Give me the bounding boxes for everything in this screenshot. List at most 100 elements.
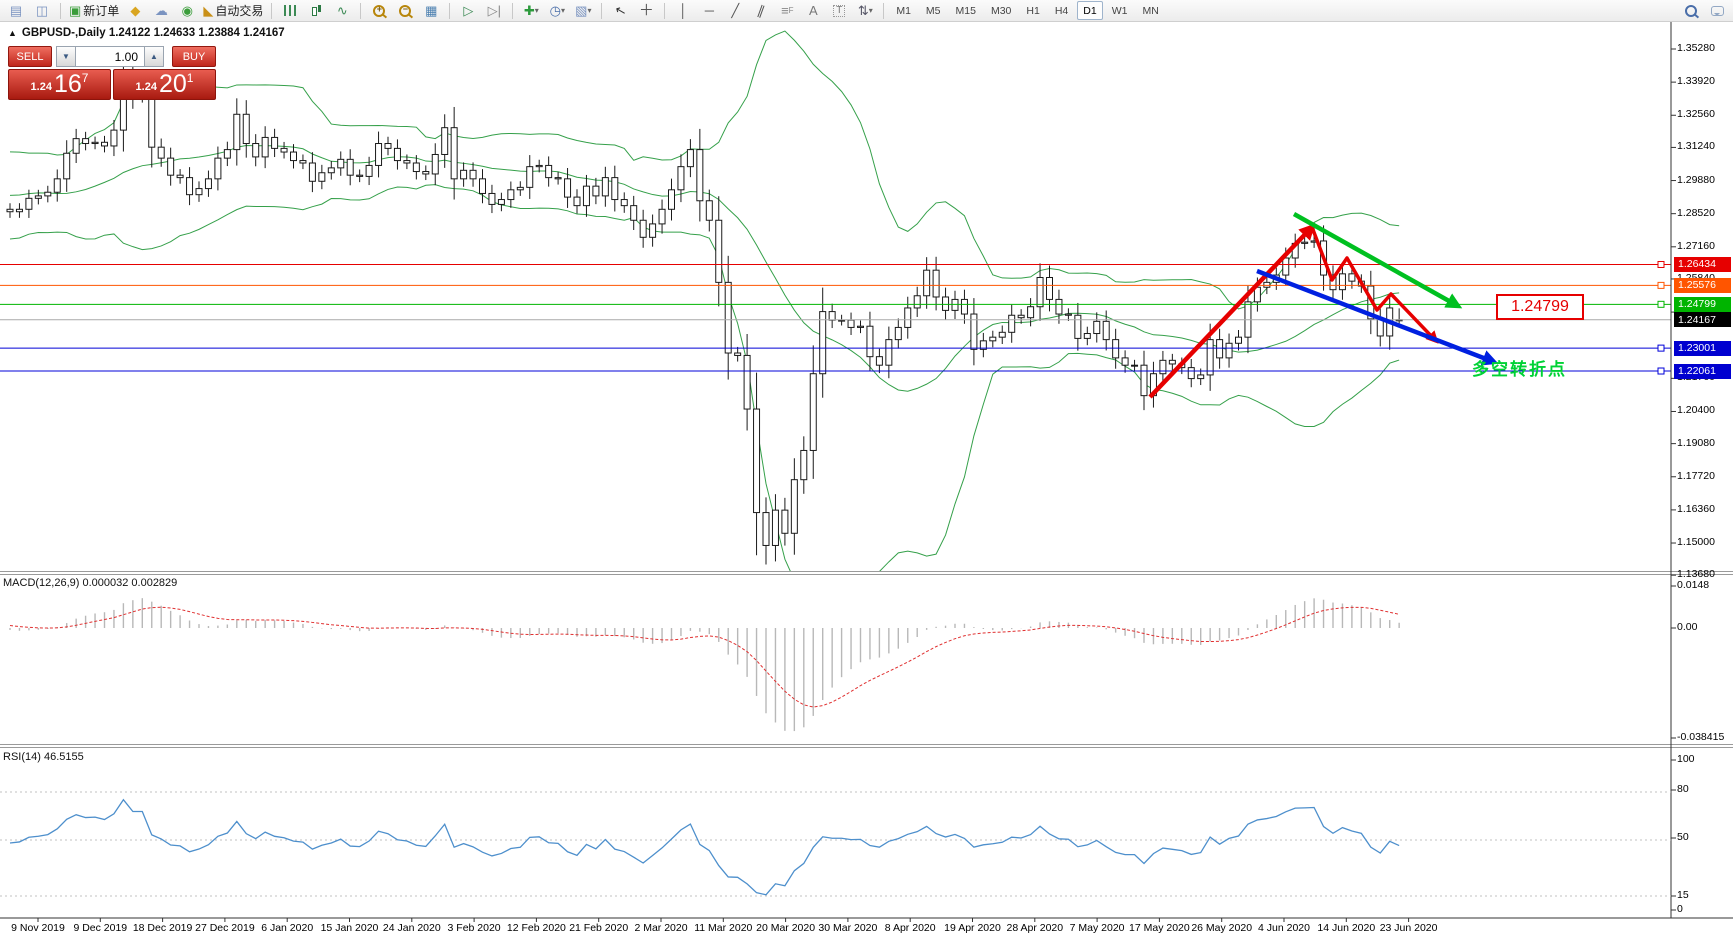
arrows-tool-button[interactable]: ⇅ ▾ [853,2,877,20]
volume-decrease-button[interactable]: ▼ [56,46,76,67]
turning-point-annotation[interactable]: 多空转折点 [1472,355,1567,380]
volume-increase-button[interactable]: ▲ [144,46,164,67]
line-anchor[interactable] [1657,281,1665,289]
templates-button[interactable]: ▧ ▾ [571,2,595,20]
date-label: 3 Feb 2020 [447,922,501,934]
chart-shift-icon: ▷ [463,3,474,18]
buy-button[interactable]: BUY [172,46,216,67]
market-watch-button[interactable]: ▤ [4,2,28,20]
bar-chart-button[interactable] [278,2,302,20]
chat-button[interactable] [1705,2,1729,20]
price-tick: 1.17720 [1677,469,1715,482]
indicators-button[interactable]: ✚ ▾ [519,2,543,20]
timeframe-button-m15[interactable]: M15 [950,1,982,20]
timeframe-button-h1[interactable]: H1 [1020,1,1045,20]
price-badge-1.22061: 1.22061 [1674,363,1731,379]
line-anchor[interactable] [1657,300,1665,308]
price-badge-1.23001: 1.23001 [1674,340,1731,356]
price-tick: 1.27160 [1677,239,1715,252]
mql5-community-button[interactable]: ☁ [149,2,173,20]
line-anchor[interactable] [1657,344,1665,352]
date-label: 20 Mar 2020 [756,922,816,934]
timeframe-button-m1[interactable]: M1 [890,1,917,20]
timeframe-bar: M1 M5 M15 M30 H1 H4 D1 W1 MN [890,1,1164,20]
date-label: 21 Feb 2020 [569,922,629,934]
search-button[interactable] [1679,2,1703,20]
toolbar-separator [601,2,603,19]
zoom-in-button[interactable] [367,2,391,20]
text-label-tool-button[interactable]: T [827,2,851,20]
metaeditor-icon: ◆ [130,3,141,18]
line-anchor[interactable] [1657,367,1665,375]
periods-button[interactable]: ◷ ▾ [545,2,569,20]
chart-title-text: GBPUSD-,Daily 1.24122 1.24633 1.23884 1.… [21,27,285,39]
date-label: 2 Mar 2020 [634,922,688,934]
main-chart-pane[interactable] [0,30,1671,598]
candlestick-chart-button[interactable] [304,2,328,20]
autotrade-button[interactable]: ◣ 自动交易 [201,2,265,20]
text-icon: A [808,3,818,18]
channel-icon: ∥ [755,2,767,19]
channel-tool-button[interactable]: ∥ [749,2,773,20]
one-click-trading-panel: SELL ▼ 1.00 ▲ BUY 1.24 16 7 1.24 20 1 [8,46,216,100]
sell-price-box[interactable]: 1.24 16 7 [8,69,111,100]
text-tool-button[interactable]: A [801,2,825,20]
buy-price-box[interactable]: 1.24 20 1 [113,69,216,100]
price-callout[interactable]: 1.24799 [1496,294,1584,320]
line-chart-icon: ∿ [336,3,348,18]
zoom-in-icon [373,4,386,17]
metaeditor-button[interactable]: ◆ [123,2,147,20]
tile-windows-button[interactable]: ▦ [419,2,443,20]
timeframe-button-m30[interactable]: M30 [985,1,1017,20]
timeframe-button-h4[interactable]: H4 [1049,1,1074,20]
rsi-pane[interactable] [0,791,1671,897]
fibonacci-icon: ≡ [781,3,789,18]
chat-icon [1710,5,1724,16]
horizontal-line-tool-button[interactable]: ─ [697,2,721,20]
cursor-tool-button[interactable]: ↖ [608,2,632,20]
line-chart-button[interactable]: ∿ [330,2,354,20]
macd-pane[interactable] [9,598,1400,732]
macd-label: MACD(12,26,9) 0.000032 0.002829 [3,577,178,589]
crosshair-icon: ＋ [638,2,654,19]
date-label: 30 Mar 2020 [818,922,878,934]
crosshair-tool-button[interactable]: ＋ [634,2,658,20]
candlestick-chart-icon [311,5,322,16]
price-tick: 1.32560 [1677,108,1715,121]
trend-arrow[interactable] [1292,212,1463,309]
panel-collapse-icon[interactable]: ▲ [8,28,17,38]
chart-shift-button[interactable]: ▷ [456,2,480,20]
fibonacci-tool-button[interactable]: ≡ F [775,2,799,20]
price-tick: 1.20400 [1677,404,1715,417]
timeframe-button-d1[interactable]: D1 [1077,1,1103,20]
timeframe-button-w1[interactable]: W1 [1106,1,1134,20]
data-window-button[interactable]: ◫ [30,2,54,20]
cursor-icon: ↖ [613,1,628,20]
vertical-line-icon: │ [679,3,688,18]
timeframe-button-mn[interactable]: MN [1136,1,1164,20]
periods-icon: ◷ [549,3,561,18]
volume-input[interactable]: 1.00 [76,46,144,67]
date-label: 23 Jun 2020 [1379,922,1438,934]
new-order-label: 新订单 [83,4,120,18]
trendline-tool-button[interactable]: ╱ [723,2,747,20]
line-anchor[interactable] [1657,260,1665,268]
sell-button[interactable]: SELL [8,46,52,67]
vertical-line-tool-button[interactable]: │ [671,2,695,20]
timeframe-button-m5[interactable]: M5 [920,1,947,20]
rsi-tick: 50 [1677,831,1689,843]
toolbar-separator [512,2,514,19]
date-label: 9 Nov 2019 [11,922,65,934]
signals-button[interactable]: ◉ [175,2,199,20]
date-label: 28 Apr 2020 [1006,922,1064,934]
toolbar: ▤ ◫ ▣ 新订单 ◆ ☁ ◉ ◣ 自动交易 ∿ ▦ ▷ ▷| ✚▾ ◷▾ ▧▾… [0,0,1733,22]
zoom-out-button[interactable] [393,2,417,20]
horizontal-line-icon: ─ [704,3,714,18]
tile-windows-icon: ▦ [425,3,438,18]
new-order-button[interactable]: ▣ 新订单 [67,2,121,20]
chart-canvas[interactable] [0,22,1733,944]
auto-scroll-button[interactable]: ▷| [482,2,506,20]
price-tick: 1.19080 [1677,436,1715,449]
price-badge-1.24167: 1.24167 [1674,312,1731,328]
price-tick: 1.31240 [1677,140,1715,153]
